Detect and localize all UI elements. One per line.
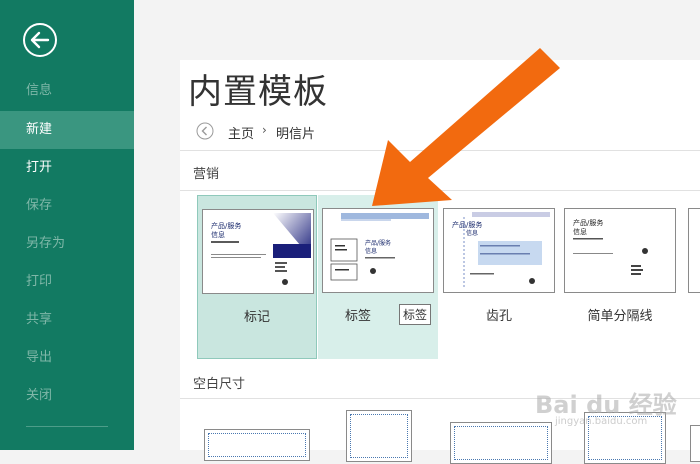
blank-size-thumb[interactable] — [450, 422, 552, 464]
sidebar-item-info[interactable]: 信息 — [0, 72, 134, 110]
blank-size-thumb[interactable] — [204, 429, 310, 461]
watermark-logo: Bai du 经验 — [535, 391, 677, 419]
breadcrumb-home[interactable]: 主页 — [228, 123, 254, 142]
template-card-perforation[interactable]: 产品/服务 信息 齿孔 — [439, 195, 559, 359]
template-preview-graphic: 产品/服务 信息 — [452, 212, 550, 289]
svg-text:产品/服务: 产品/服务 — [365, 239, 391, 247]
template-label: 简单分隔线 — [587, 309, 653, 324]
template-card-simple-divider[interactable]: 产品/服务 信息 简单分隔线 — [560, 195, 680, 359]
divider — [180, 150, 700, 151]
sidebar-item-save[interactable]: 保存 — [0, 187, 134, 225]
template-label: 齿孔 — [485, 309, 512, 324]
svg-text:信息: 信息 — [365, 247, 377, 255]
breadcrumb-current: 明信片 — [276, 127, 316, 142]
svg-text:产品/服务: 产品/服务 — [211, 221, 241, 230]
template-preview-graphic: 产品/服务 信息 — [330, 213, 429, 281]
template-thumbnail: 产品/服务 信息 — [564, 208, 676, 293]
blank-size-thumb[interactable] — [690, 425, 700, 462]
sidebar-item-new[interactable]: 新建 — [0, 111, 134, 149]
sidebar-item-open[interactable]: 打开 — [0, 149, 134, 187]
svg-text:产品/服务: 产品/服务 — [573, 218, 603, 227]
template-thumbnail: 产品/服务 信息 — [202, 209, 314, 294]
back-arrow-icon[interactable] — [22, 22, 58, 58]
divider — [180, 190, 700, 191]
sidebar-item-close[interactable]: 关闭 — [0, 377, 134, 415]
sidebar-item-print[interactable]: 打印 — [0, 263, 134, 301]
section-title-blank-sizes: 空白尺寸 — [193, 377, 246, 392]
template-tooltip: 标签 — [399, 304, 432, 325]
blank-size-thumb[interactable] — [346, 410, 412, 462]
breadcrumb-separator: › — [262, 123, 267, 137]
svg-text:信息: 信息 — [211, 230, 225, 239]
template-preview-graphic: 产品/服务 信息 — [211, 213, 311, 285]
watermark-url: jingyan.baidu.com — [555, 416, 648, 427]
sidebar-item-export[interactable]: 导出 — [0, 339, 134, 377]
breadcrumb-back-icon[interactable] — [196, 122, 214, 140]
template-card-partial[interactable] — [688, 208, 700, 293]
section-title-marketing: 营销 — [193, 167, 220, 182]
sidebar-divider — [26, 426, 108, 427]
template-card-tag[interactable]: 产品/服务 信息 标签 标签 — [318, 195, 438, 359]
svg-text:产品/服务: 产品/服务 — [452, 220, 482, 229]
template-preview-graphic: 产品/服务 信息 — [573, 218, 648, 275]
template-thumbnail: 产品/服务 信息 — [322, 208, 434, 293]
sidebar-item-save-as[interactable]: 另存为 — [0, 225, 134, 263]
backstage-sidebar: 信息 新建 打开 保存 另存为 打印 共享 导出 关闭 — [0, 0, 134, 450]
page-title: 内置模板 — [188, 72, 328, 112]
sidebar-item-share[interactable]: 共享 — [0, 301, 134, 339]
template-card-marker[interactable]: 产品/服务 信息 标记 — [197, 195, 317, 359]
template-thumbnail: 产品/服务 信息 — [443, 208, 555, 293]
svg-text:信息: 信息 — [573, 227, 587, 236]
svg-text:信息: 信息 — [466, 229, 478, 237]
